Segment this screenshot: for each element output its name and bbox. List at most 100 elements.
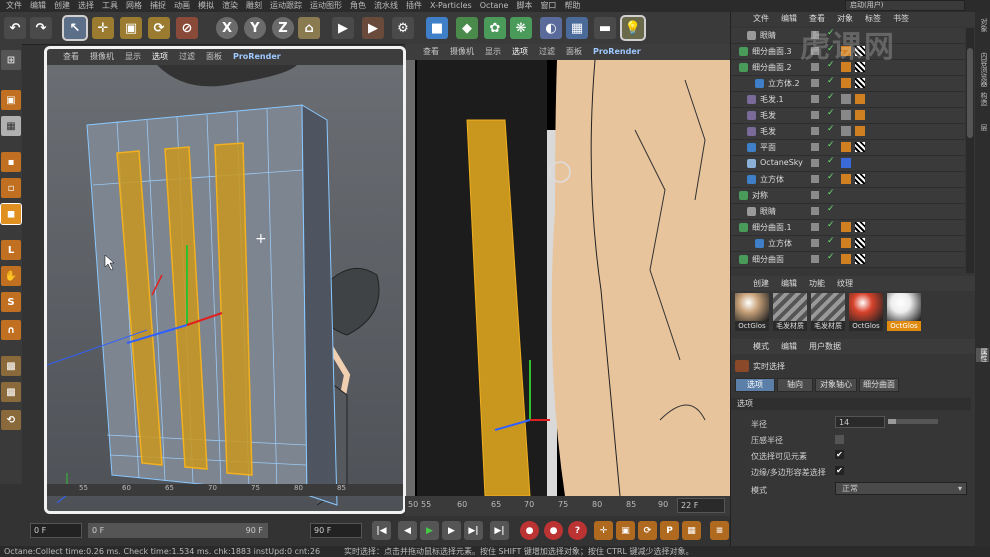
render-settings-icon[interactable]: ⚙	[392, 17, 414, 39]
viewport-menu-prorender[interactable]: ProRender	[233, 49, 281, 65]
render-picture-icon[interactable]: ▶	[362, 17, 384, 39]
viewport-menu-options[interactable]: 选项	[512, 44, 528, 60]
enabled-check-icon[interactable]: ✓	[827, 172, 835, 182]
material-tag-icon[interactable]	[841, 110, 851, 120]
enabled-check-icon[interactable]: ✓	[827, 76, 835, 86]
point-mode-icon[interactable]: ▪	[1, 152, 21, 172]
object-name[interactable]: 立方体	[768, 238, 792, 249]
pressure-radius-checkbox[interactable]	[835, 435, 844, 444]
menu-item[interactable]: 雕刻	[246, 0, 262, 12]
coordinate-system-icon[interactable]: ⌂	[298, 17, 320, 39]
material-menu-item[interactable]: 功能	[809, 276, 825, 291]
mode-dropdown[interactable]: 正常 ▾	[835, 482, 967, 495]
layer-color-swatch[interactable]	[811, 159, 819, 167]
uvw-tag-icon[interactable]	[855, 174, 865, 184]
object-row[interactable]: 眼睛 ✓	[731, 204, 965, 220]
edge-mode-icon[interactable]: ▫	[1, 178, 21, 198]
object-row[interactable]: 毛发 ✓	[731, 108, 965, 124]
tab-subdivision[interactable]: 细分曲面	[859, 378, 899, 392]
viewport-menu-panel[interactable]: 面板	[206, 49, 222, 65]
material-tag-icon[interactable]	[855, 94, 865, 104]
start-frame-field[interactable]: 0 F	[30, 523, 82, 538]
subdivision-icon[interactable]: ◆	[456, 17, 478, 39]
material-tag-icon[interactable]	[855, 126, 865, 136]
redo-icon[interactable]: ↷	[30, 17, 52, 39]
object-row[interactable]: 立方体 ✓	[731, 236, 965, 252]
layer-color-swatch[interactable]	[811, 111, 819, 119]
phong-tag-icon[interactable]	[841, 238, 851, 248]
layer-color-swatch[interactable]	[811, 239, 819, 247]
menu-item[interactable]: 运动跟踪	[270, 0, 302, 12]
snap-icon[interactable]: S	[1, 292, 21, 312]
material-swatch[interactable]: 毛发材质	[773, 293, 807, 331]
phong-tag-icon[interactable]	[841, 174, 851, 184]
object-row[interactable]: 对称 ✓	[731, 188, 965, 204]
enabled-check-icon[interactable]: ✓	[827, 252, 835, 262]
layer-color-swatch[interactable]	[811, 175, 819, 183]
tab-axis[interactable]: 轴向	[777, 378, 813, 392]
attribute-menu-item[interactable]: 用户数据	[809, 339, 841, 354]
move-icon[interactable]: ✛	[92, 17, 114, 39]
next-frame-icon[interactable]: ▶|	[464, 521, 483, 540]
menu-item[interactable]: 角色	[350, 0, 366, 12]
object-name[interactable]: 毛发	[760, 110, 776, 121]
object-name[interactable]: 毛发	[760, 126, 776, 137]
layout-dropdown[interactable]: 启动(用户)	[845, 0, 965, 11]
material-tag-icon[interactable]	[841, 94, 851, 104]
layer-color-swatch[interactable]	[811, 143, 819, 151]
menu-item[interactable]: 网格	[126, 0, 142, 12]
layer-color-swatch[interactable]	[811, 79, 819, 87]
scale-icon[interactable]: ▣	[120, 17, 142, 39]
play-icon[interactable]: ▶	[420, 521, 439, 540]
timeline-ruler[interactable]: 50 55 60 65 70 75 80 85 90 22 F	[405, 496, 730, 516]
object-row[interactable]: OctaneSky ✓	[731, 156, 965, 172]
y-axis-button[interactable]: Y	[244, 17, 266, 39]
enabled-check-icon[interactable]: ✓	[827, 204, 835, 214]
object-name[interactable]: 细分曲面.3	[752, 46, 792, 57]
prev-key-icon[interactable]: ◀	[398, 521, 417, 540]
material-menu-item[interactable]: 纹理	[837, 276, 853, 291]
key-position-icon[interactable]: ✛	[594, 521, 613, 540]
radius-field[interactable]: 14	[835, 416, 885, 428]
viewport-menu-filter[interactable]: 过滤	[179, 49, 195, 65]
tab-attributes[interactable]: 属性	[976, 348, 989, 362]
uvw-tag-icon[interactable]	[855, 254, 865, 264]
object-name[interactable]: 平面	[760, 142, 776, 153]
timeline-window-icon[interactable]: ≡	[710, 521, 729, 540]
key-param-icon[interactable]: P	[660, 521, 679, 540]
tab-content-browser[interactable]: 内容浏览器	[976, 52, 989, 87]
layer-color-swatch[interactable]	[811, 223, 819, 231]
uvw-tag-icon[interactable]	[855, 238, 865, 248]
deformer-icon[interactable]: ✿	[484, 17, 506, 39]
material-swatch[interactable]: OctGlos	[735, 293, 769, 331]
enabled-check-icon[interactable]: ✓	[827, 92, 835, 102]
menu-item[interactable]: 运动图形	[310, 0, 342, 12]
menu-item[interactable]: 动画	[174, 0, 190, 12]
key-rotation-icon[interactable]: ⟳	[638, 521, 657, 540]
viewport-menu-filter[interactable]: 过滤	[539, 44, 555, 60]
enabled-check-icon[interactable]: ✓	[827, 188, 835, 198]
rotate-icon[interactable]: ⟳	[148, 17, 170, 39]
object-row[interactable]: 立方体 ✓	[731, 172, 965, 188]
uvw-tag-icon[interactable]	[855, 222, 865, 232]
tab-options[interactable]: 选项	[735, 378, 775, 392]
attribute-menu-item[interactable]: 模式	[753, 339, 769, 354]
viewport-menu-camera[interactable]: 摄像机	[450, 44, 474, 60]
menu-item[interactable]: 窗口	[540, 0, 556, 12]
menu-item[interactable]: 脚本	[516, 0, 532, 12]
grid-snap-icon[interactable]: ⟲	[1, 410, 21, 430]
visible-only-checkbox[interactable]: ✔	[835, 450, 844, 459]
render-viewport[interactable]: 查看 摄像机 显示 选项 过滤 面板 ProRender	[405, 44, 730, 496]
floor-icon[interactable]: ▦	[566, 17, 588, 39]
layer-color-swatch[interactable]	[811, 95, 819, 103]
phong-tag-icon[interactable]	[841, 78, 851, 88]
key-pla-icon[interactable]: ▦	[682, 521, 701, 540]
tab-objects[interactable]: 对象	[976, 18, 989, 32]
tab-object-axis[interactable]: 对象轴心	[815, 378, 857, 392]
menu-item[interactable]: 模拟	[198, 0, 214, 12]
key-scale-icon[interactable]: ▣	[616, 521, 635, 540]
object-name[interactable]: 细分曲面.2	[752, 62, 792, 73]
layer-color-swatch[interactable]	[811, 191, 819, 199]
live-select-icon[interactable]: ↖	[62, 15, 88, 41]
layer-color-swatch[interactable]	[811, 255, 819, 263]
